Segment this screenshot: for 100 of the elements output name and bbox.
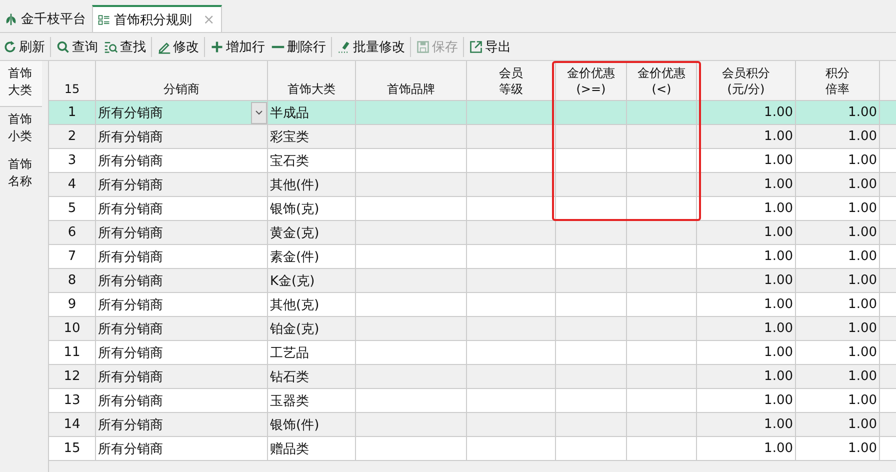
table-cell: 半成品	[268, 101, 356, 125]
dropdown-button[interactable]	[251, 102, 267, 124]
table-cell	[627, 389, 697, 413]
table-cell: 1.00	[697, 293, 796, 317]
export-icon	[469, 40, 483, 54]
table-cell: 所有分销商	[96, 173, 268, 197]
row-number: 6	[49, 221, 96, 245]
tab[interactable]: 首饰积分规则 ×	[92, 5, 222, 32]
table-cell: 1.00	[796, 317, 880, 341]
column-header: 积分 倍率	[796, 61, 880, 101]
table-cell	[556, 221, 627, 245]
sidebar-tab[interactable]: 首饰大类	[0, 61, 42, 107]
table-cell	[556, 197, 627, 221]
table-cell	[556, 413, 627, 437]
table-cell	[556, 245, 627, 269]
toolbar-button[interactable]: 查找	[101, 38, 149, 56]
table-cell	[627, 221, 697, 245]
row-number: 8	[49, 269, 96, 293]
table-cell: 所有分销商	[96, 125, 268, 149]
toolbar-button[interactable]: 删除行	[268, 38, 329, 56]
table-cell	[556, 293, 627, 317]
tab[interactable]: 金千枝平台	[0, 5, 92, 32]
table-cell: 1.00	[796, 125, 880, 149]
toolbar-button[interactable]: 修改	[154, 38, 202, 56]
table-cell	[556, 365, 627, 389]
toolbar-button[interactable]: 查询	[53, 38, 101, 56]
row-number: 1	[49, 101, 96, 125]
toolbar-button[interactable]: 增加行	[207, 38, 268, 56]
table-cell: 所有分销商	[96, 341, 268, 365]
table-cell: 1.00	[796, 437, 880, 461]
toolbar-button[interactable]: 批量修改	[334, 38, 408, 56]
table-cell	[627, 269, 697, 293]
table-cell	[627, 245, 697, 269]
list-icon	[97, 12, 111, 26]
table-cell: 所有分销商	[96, 245, 268, 269]
row-count: 15	[49, 61, 96, 101]
table-cell: 铂金(克)	[268, 317, 356, 341]
table-cell: 所有分销商	[96, 197, 268, 221]
table-cell: 1.00	[796, 413, 880, 437]
tab-label: 金千枝平台	[21, 10, 86, 28]
table-cell	[627, 365, 697, 389]
table-cell: 素金(件)	[268, 245, 356, 269]
row-number: 7	[49, 245, 96, 269]
table-cell: 1.00	[697, 269, 796, 293]
table-cell: 1.00	[697, 101, 796, 125]
row-number: 12	[49, 365, 96, 389]
table-cell: 1.00	[796, 101, 880, 125]
table-cell: 1.00	[796, 269, 880, 293]
table-cell: 所有分销商	[96, 413, 268, 437]
table-cell: 1.00	[796, 341, 880, 365]
table-cell	[556, 389, 627, 413]
leaf-icon	[4, 12, 18, 26]
table-cell: 1.00	[697, 365, 796, 389]
table-cell: 所有分销商	[96, 293, 268, 317]
chevron-down-icon	[254, 108, 264, 118]
table-cell	[627, 413, 697, 437]
row-number: 10	[49, 317, 96, 341]
row-number: 15	[49, 437, 96, 461]
table-cell: 工艺品	[268, 341, 356, 365]
toolbar-button[interactable]: 刷新	[0, 38, 48, 56]
search-icon	[56, 40, 70, 54]
row-number: 4	[49, 173, 96, 197]
table-cell: 其他(克)	[268, 293, 356, 317]
table-cell: 1.00	[697, 197, 796, 221]
table-cell	[627, 101, 697, 125]
table-cell: 钻石类	[268, 365, 356, 389]
table-cell: 所有分销商	[96, 149, 268, 173]
brush-icon	[337, 40, 351, 54]
save-icon	[416, 40, 430, 54]
row-number: 14	[49, 413, 96, 437]
table-cell: 1.00	[796, 149, 880, 173]
column-header: 会员积分 (元/分)	[697, 61, 796, 101]
table-cell: 1.00	[697, 389, 796, 413]
table-cell	[627, 341, 697, 365]
table-cell	[556, 101, 627, 125]
row-number: 5	[49, 197, 96, 221]
table-cell: 玉器类	[268, 389, 356, 413]
column-header: 首饰大类	[268, 61, 356, 101]
table-cell	[627, 173, 697, 197]
table-cell	[556, 437, 627, 461]
sidebar-tab[interactable]: 首饰小类	[0, 106, 42, 152]
table-cell: 所有分销商	[96, 389, 268, 413]
table-cell	[627, 437, 697, 461]
table-cell: 所有分销商	[96, 317, 268, 341]
table-cell	[627, 197, 697, 221]
table-cell: 1.00	[697, 149, 796, 173]
sidebar-tab[interactable]: 首饰名称	[0, 152, 42, 196]
column-header: 首饰品牌	[356, 61, 467, 101]
row-number: 3	[49, 149, 96, 173]
table-cell: 所有分销商	[96, 437, 268, 461]
table-cell: 所有分销商	[96, 221, 268, 245]
table-cell: 1.00	[796, 245, 880, 269]
table-cell: 银饰(件)	[268, 413, 356, 437]
toolbar-button[interactable]: 导出	[466, 38, 514, 56]
table-cell: 1.00	[796, 389, 880, 413]
table-cell: 1.00	[796, 197, 880, 221]
column-header: 会员 等级	[467, 61, 556, 101]
column-header: 金价优惠 (>=)	[556, 61, 627, 101]
table-cell	[627, 317, 697, 341]
table-cell: 赠品类	[268, 437, 356, 461]
